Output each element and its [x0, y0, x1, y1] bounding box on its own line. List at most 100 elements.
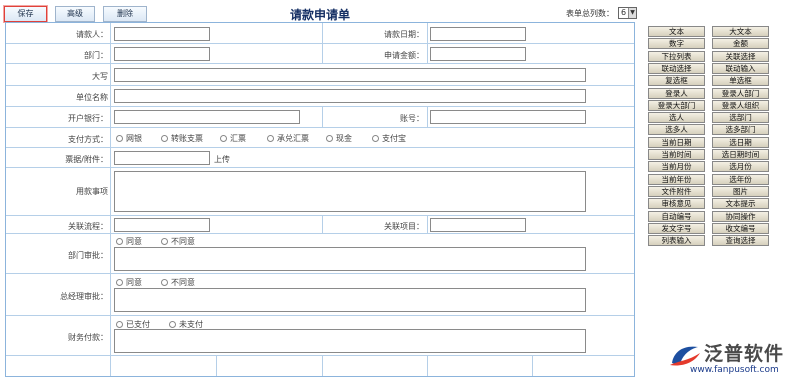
palette-button[interactable]: 登录人	[648, 87, 705, 99]
form-row: 总经理审批： 同意 不同意	[6, 274, 634, 316]
approve-option[interactable]: 同意	[116, 236, 142, 247]
related-flow-input[interactable]	[114, 218, 210, 232]
department-input[interactable]	[114, 47, 210, 61]
gm-approval-textarea[interactable]	[114, 288, 586, 312]
attachment-input[interactable]	[114, 151, 210, 165]
radio-icon	[169, 321, 176, 328]
form-row: 单位名称	[6, 86, 634, 107]
bank-label: 开户银行：	[68, 114, 108, 123]
request-date-input[interactable]	[430, 27, 526, 41]
palette-button[interactable]: 列表输入	[648, 235, 705, 247]
payment-option[interactable]: 承兑汇票	[267, 133, 309, 144]
column-count-value: 6	[621, 8, 627, 17]
palette-button[interactable]: 选日期	[712, 136, 769, 148]
payment-option[interactable]: 网银	[116, 133, 142, 144]
dept-approval-textarea[interactable]	[114, 247, 586, 271]
palette-button[interactable]: 大文本	[712, 26, 769, 37]
payment-option[interactable]: 现金	[326, 133, 352, 144]
department-label: 部门：	[84, 51, 108, 60]
radio-icon	[372, 135, 379, 142]
logo-url: www.fanpusoft.com	[690, 365, 779, 375]
company-name-input[interactable]	[114, 89, 586, 103]
attachment-label: 票据/附件：	[65, 155, 108, 164]
palette-button[interactable]: 单选框	[712, 75, 769, 87]
payment-method-label: 支付方式：	[68, 135, 108, 144]
palette-button[interactable]: 审核意见	[648, 198, 705, 210]
payment-option[interactable]: 汇票	[220, 133, 246, 144]
palette-button[interactable]: 登录人组织	[712, 99, 769, 111]
palette-button[interactable]: 文件附件	[648, 185, 705, 197]
palette-button[interactable]: 图片	[712, 185, 769, 197]
palette-button[interactable]: 收文编号	[712, 222, 769, 234]
palette-button[interactable]: 发文字号	[648, 222, 705, 234]
payment-option[interactable]: 转账支票	[161, 133, 203, 144]
radio-icon	[161, 238, 168, 245]
request-form: 请款人： 请款日期： 部门： 申请金额： 大写 单位名称 开户银行： 账号： 支…	[5, 22, 635, 377]
palette-button[interactable]: 文本	[648, 26, 705, 37]
purpose-label: 用款事项	[76, 187, 108, 196]
palette-button[interactable]: 选部门	[712, 112, 769, 124]
palette-button[interactable]: 联动选择	[648, 62, 705, 74]
save-button[interactable]: 保存	[4, 6, 47, 22]
palette-button[interactable]: 选多人	[648, 124, 705, 136]
palette-button[interactable]: 数字	[648, 38, 705, 50]
requester-input[interactable]	[114, 27, 210, 41]
radio-icon	[161, 135, 168, 142]
palette-button[interactable]: 自动编号	[648, 210, 705, 222]
amount-input[interactable]	[430, 47, 526, 61]
company-name-label: 单位名称	[76, 93, 108, 102]
palette-button[interactable]: 协同操作	[712, 210, 769, 222]
related-project-input[interactable]	[430, 218, 526, 232]
requester-label: 请款人：	[76, 30, 108, 39]
amount-label: 申请金额：	[384, 51, 424, 60]
column-count-select[interactable]: 6 ▼	[618, 7, 637, 19]
palette-button[interactable]: 登录人部门	[712, 87, 769, 99]
palette-button[interactable]: 当前时间	[648, 149, 705, 160]
form-row: 关联流程： 关联项目：	[6, 216, 634, 234]
delete-button[interactable]: 删除	[103, 6, 147, 22]
palette-button[interactable]: 当前月份	[648, 161, 705, 173]
form-row: 请款人： 请款日期：	[6, 23, 634, 44]
palette-button[interactable]: 金额	[712, 38, 769, 50]
palette-button[interactable]: 关联选择	[712, 50, 769, 62]
approve-option[interactable]: 同意	[116, 277, 142, 288]
radio-icon	[116, 279, 123, 286]
form-row: 用款事项	[6, 168, 634, 216]
page-title: 请款申请单	[290, 8, 351, 22]
brand-logo: 泛普软件 www.fanpusoft.com	[668, 337, 796, 383]
column-count-label: 表单总列数：	[566, 9, 614, 18]
palette-button[interactable]: 登录大部门	[648, 99, 705, 111]
amount-upper-input[interactable]	[114, 68, 586, 82]
palette-button[interactable]: 当前年份	[648, 173, 705, 185]
request-date-label: 请款日期：	[384, 30, 424, 39]
form-row: 支付方式： 网银 转账支票 汇票 承兑汇票 现金 支付宝	[6, 128, 634, 148]
payment-option[interactable]: 支付宝	[372, 133, 406, 144]
radio-icon	[116, 238, 123, 245]
purpose-textarea[interactable]	[114, 171, 586, 212]
form-row: 开户银行： 账号：	[6, 107, 634, 128]
palette-button[interactable]: 文本提示	[712, 198, 769, 210]
form-row: 部门审批： 同意 不同意	[6, 234, 634, 274]
palette-button[interactable]: 选多部门	[712, 124, 769, 136]
radio-icon	[267, 135, 274, 142]
palette-button[interactable]: 复选框	[648, 75, 705, 87]
account-input[interactable]	[430, 110, 586, 124]
palette-button[interactable]: 选年份	[712, 173, 769, 185]
upload-link[interactable]: 上传	[214, 154, 230, 165]
palette-button[interactable]: 查询选择	[712, 235, 769, 247]
palette-button[interactable]: 选日期时间	[712, 149, 769, 160]
radio-icon	[326, 135, 333, 142]
reject-option[interactable]: 不同意	[161, 277, 195, 288]
reject-option[interactable]: 不同意	[161, 236, 195, 247]
advanced-button[interactable]: 高级	[55, 6, 95, 22]
finance-payment-textarea[interactable]	[114, 329, 586, 353]
palette-button[interactable]: 选月份	[712, 161, 769, 173]
amount-upper-label: 大写	[92, 72, 108, 81]
palette-button[interactable]: 选人	[648, 112, 705, 124]
palette-button[interactable]: 下拉列表	[648, 50, 705, 62]
palette-button[interactable]: 当前日期	[648, 136, 705, 148]
bank-input[interactable]	[114, 110, 300, 124]
palette-button[interactable]: 联动输入	[712, 62, 769, 74]
form-row: 财务付款： 已支付 未支付	[6, 316, 634, 356]
radio-icon	[116, 135, 123, 142]
